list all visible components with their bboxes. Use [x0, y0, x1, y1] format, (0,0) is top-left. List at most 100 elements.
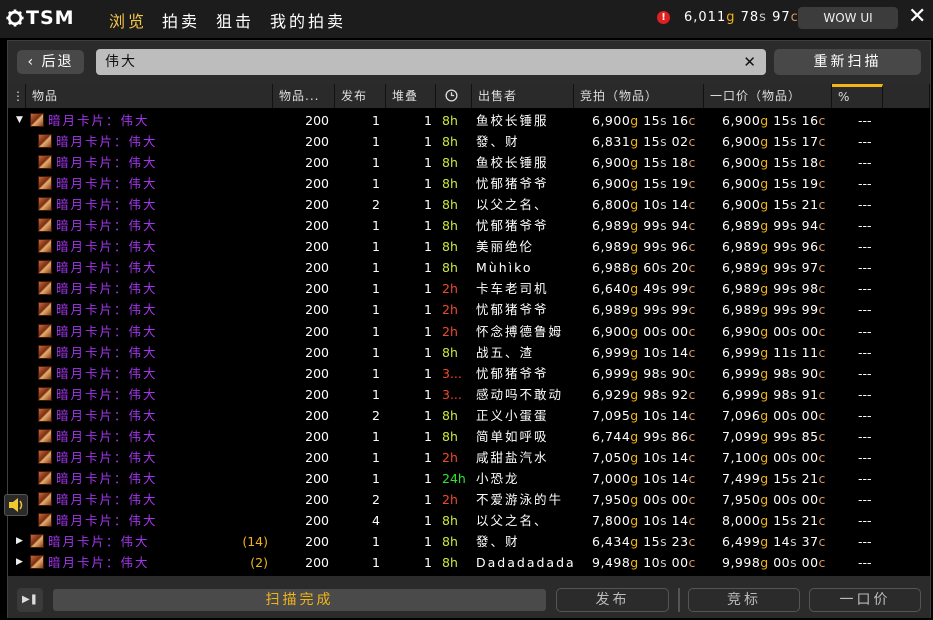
item-name: 暗月卡片：伟大 [56, 344, 158, 360]
table-row[interactable]: 暗月卡片：伟大 200 1 1 2h 忧郁猪爷爷 6,989g 99s 99c 6,989g … [8, 299, 930, 320]
table-row[interactable]: 暗月卡片：伟大 200 1 1 8h 忧郁猪爷爷 6,900g 15s 19c 6,900g … [8, 173, 930, 194]
col-item[interactable]: 物品 [26, 84, 273, 108]
card-icon [38, 260, 52, 275]
stack-size: 1 [424, 176, 432, 192]
item-name: 暗月卡片：伟大 [56, 428, 158, 444]
buyout-price: 6,900g 15s 19c [722, 176, 826, 192]
item-name: 暗月卡片：伟大 [48, 113, 150, 128]
bid-silver: 15 [643, 534, 661, 549]
tab-my-auctions[interactable]: 我的拍卖 [270, 8, 346, 32]
item-name: 暗月卡片：伟大 [56, 302, 158, 318]
posts-count: 1 [372, 534, 380, 549]
tab-sniper[interactable]: 狙击 [216, 8, 254, 32]
time-left: 8h [442, 155, 458, 171]
table-row[interactable]: 暗月卡片：伟大 200 1 1 8h 简单如呼吸 6,744g 99s 86c 7,099g … [8, 426, 930, 447]
posts-count: 1 [372, 449, 380, 465]
time-left: 8h [442, 407, 458, 423]
table-row[interactable]: 暗月卡片：伟大 200 1 1 2h 卡车老司机 6,640g 49s 99c 6,989g … [8, 278, 930, 299]
table-row[interactable]: ▶ 暗月卡片：伟大 (14) 200 1 1 8h 發、财 6,434g 15s 23c 6,49… [8, 531, 930, 552]
col-time[interactable] [436, 84, 472, 108]
col-percent[interactable]: % [832, 84, 883, 108]
close-icon[interactable]: ✕ [908, 5, 926, 29]
bid-silver: 10 [643, 470, 661, 486]
col-seller[interactable]: 出售者 [472, 84, 574, 108]
post-button[interactable]: 发布 [556, 588, 669, 612]
tab-browse[interactable]: 浏览 [109, 8, 147, 32]
wow-ui-button[interactable]: WOW UI [798, 7, 898, 29]
item-name: 暗月卡片：伟大 [56, 197, 158, 213]
expand-open-icon[interactable]: ▼ [16, 110, 23, 131]
percent-value: --- [858, 365, 872, 381]
table-row[interactable]: 暗月卡片：伟大 200 1 1 24h 小恐龙 7,000g 10s 14c 7,499g 1… [8, 468, 930, 489]
seller-name: Dadadadada [476, 555, 576, 571]
seller-name: 忧郁猪爷爷 [476, 365, 549, 381]
tab-auction[interactable]: 拍卖 [162, 8, 200, 32]
table-row[interactable]: 暗月卡片：伟大 200 1 1 3... 感动吗不敢动 6,929g 98s 92c 6,99… [8, 384, 930, 405]
posts-count: 2 [372, 197, 380, 213]
buyout-copper: 17 [801, 134, 819, 150]
alert-icon[interactable]: ! [657, 11, 670, 24]
clear-search-icon[interactable]: ✕ [743, 49, 758, 75]
table-row[interactable]: 暗月卡片：伟大 200 1 1 3... 忧郁猪爷爷 6,999g 98s 90c 6,999… [8, 363, 930, 384]
table-row[interactable]: 暗月卡片：伟大 200 1 1 2h 咸甜盐汽水 7,050g 10s 14c 7,100g … [8, 447, 930, 468]
speaker-icon[interactable] [4, 494, 28, 516]
bid-button[interactable]: 竞标 [688, 588, 800, 612]
seller-name: 以父之名、 [476, 197, 549, 213]
seller-name: 忧郁猪爷爷 [476, 302, 549, 318]
col-stack[interactable]: 堆叠 [386, 84, 436, 108]
percent-value: --- [858, 407, 872, 423]
bid-gold: 6,989 [592, 302, 631, 318]
table-row[interactable]: 暗月卡片：伟大 200 1 1 8h 忧郁猪爷爷 6,989g 99s 94c 6,989g … [8, 215, 930, 236]
col-bid[interactable]: 竞拍（物品） [574, 84, 704, 108]
table-row[interactable]: 暗月卡片：伟大 200 1 1 2h 怀念搏德鲁姆 6,900g 00s 00c 6,990g… [8, 321, 930, 342]
time-left: 8h [442, 218, 458, 234]
table-row[interactable]: 暗月卡片：伟大 200 1 1 8h 战五、渣 6,999g 10s 14c 6,999g 1… [8, 342, 930, 363]
table-row[interactable]: 暗月卡片：伟大 200 2 1 2h 不爱游泳的牛 7,950g 00s 00c 7,950g… [8, 489, 930, 510]
expand-closed-icon[interactable]: ▶ [16, 552, 23, 573]
buyout-copper: 00 [801, 555, 819, 571]
percent-value: --- [858, 491, 872, 507]
pause-scan-button[interactable]: ▶❚ [17, 588, 43, 612]
buyout-price: 6,990g 00s 00c [722, 323, 826, 339]
table-row[interactable]: 暗月卡片：伟大 200 1 1 8h 美丽绝伦 6,989g 99s 96c 6,989g 9… [8, 236, 930, 257]
posts-count: 2 [372, 491, 380, 507]
bid-price: 6,900g 15s 18c [592, 155, 696, 171]
table-row[interactable]: ▼ 暗月卡片：伟大 200 1 1 8h 鱼校长锤服 6,900g 15s 16c 6,900g… [8, 110, 930, 131]
buyout-price: 6,989g 99s 94c [722, 218, 826, 234]
group-count: (2) [250, 555, 268, 571]
expand-closed-icon[interactable]: ▶ [16, 531, 23, 552]
bid-copper: 00 [671, 491, 689, 507]
search-input[interactable]: 伟大 ✕ [96, 49, 766, 75]
bid-copper: 90 [671, 365, 689, 381]
stack-size: 1 [424, 281, 432, 297]
seller-name: 感动吗不敢动 [476, 386, 564, 402]
table-row[interactable]: ▶ 暗月卡片：伟大 (2) 200 1 1 8h Dadadadada 9,498g 10s 0… [8, 552, 930, 573]
buyout-gold: 6,900 [722, 134, 761, 150]
bid-copper: 99 [671, 281, 689, 297]
bid-gold: 7,950 [592, 491, 631, 507]
col-posts[interactable]: 发布 [335, 84, 386, 108]
stack-size: 1 [424, 260, 432, 276]
buyout-button[interactable]: 一口价 [809, 588, 921, 612]
table-row[interactable]: 暗月卡片：伟大 200 1 1 8h 發、财 6,831g 15s 02c 6,900g 15… [8, 131, 930, 152]
column-menu-icon[interactable]: ⋮ [8, 84, 26, 108]
percent-value: --- [858, 470, 872, 486]
back-button[interactable]: ‹ 后退 [17, 50, 84, 74]
col-ilvl[interactable]: 物品... [273, 84, 335, 108]
seller-name: 不爱游泳的牛 [476, 491, 564, 507]
table-row[interactable]: 暗月卡片：伟大 200 2 1 8h 以父之名、 6,800g 10s 14c 6,900g … [8, 194, 930, 215]
card-icon [38, 386, 52, 401]
buyout-silver: 00 [773, 555, 791, 571]
table-row[interactable]: 暗月卡片：伟大 200 1 1 8h Mùhìko 6,988g 60s 20c 6,989g… [8, 257, 930, 278]
col-buyout[interactable]: 一口价（物品） [704, 84, 832, 108]
buyout-copper: 00 [801, 407, 819, 423]
buyout-gold: 6,989 [722, 302, 761, 318]
seller-name: 战五、渣 [476, 344, 535, 360]
table-row[interactable]: 暗月卡片：伟大 200 4 1 8h 以父之名、 7,800g 10s 14c 8,000g … [8, 510, 930, 531]
table-row[interactable]: 暗月卡片：伟大 200 2 1 8h 正义小蛋蛋 7,095g 10s 14c 7,096g … [8, 405, 930, 426]
bid-copper: 19 [671, 176, 689, 192]
item-level: 200 [305, 491, 329, 507]
rescan-button[interactable]: 重新扫描 [774, 49, 921, 75]
table-row[interactable]: 暗月卡片：伟大 200 1 1 8h 鱼校长锤服 6,900g 15s 18c 6,900g … [8, 152, 930, 173]
item-level: 200 [305, 176, 329, 192]
